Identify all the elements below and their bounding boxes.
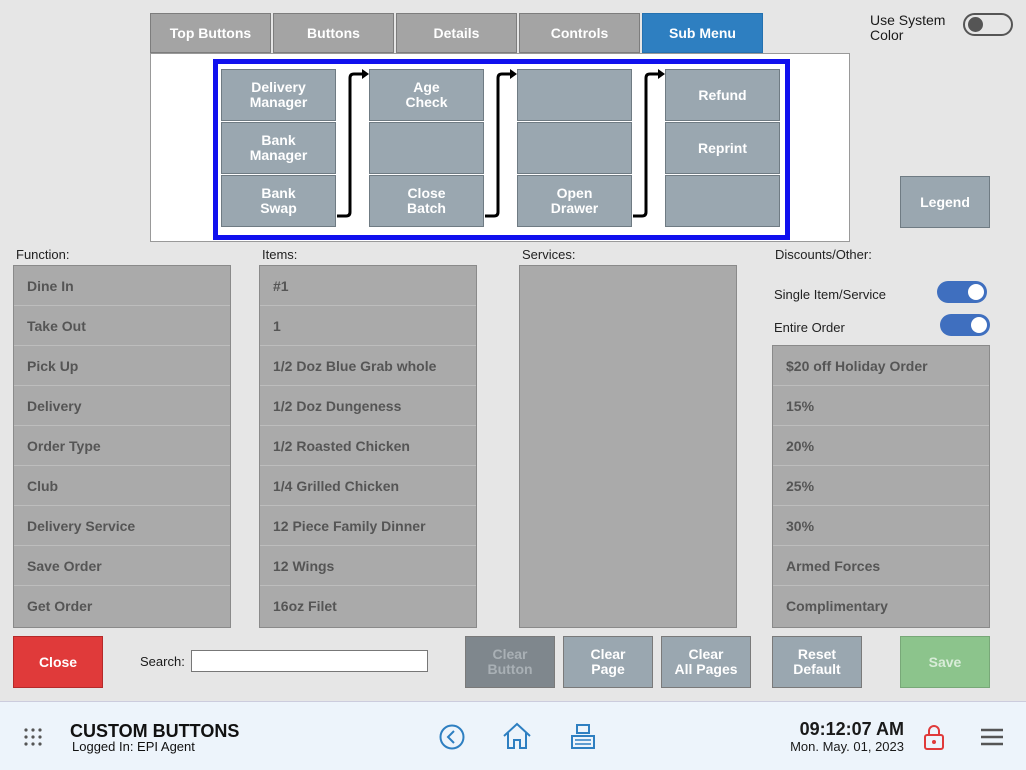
list-item[interactable]: Complimentary xyxy=(773,586,989,626)
function-label: Function: xyxy=(16,247,70,262)
flow-arrow-icon xyxy=(633,69,665,218)
use-system-color-toggle[interactable] xyxy=(963,13,1013,36)
services-list[interactable] xyxy=(519,265,737,628)
list-item[interactable]: Take Out xyxy=(14,306,230,346)
single-item-service-label: Single Item/Service xyxy=(774,287,886,302)
tab-sub-menu[interactable]: Sub Menu xyxy=(642,13,763,53)
list-item[interactable]: 1/2 Doz Dungeness xyxy=(260,386,476,426)
flow-arrow-icon xyxy=(337,69,369,218)
list-item[interactable]: 1/2 Roasted Chicken xyxy=(260,426,476,466)
list-item[interactable]: Club xyxy=(14,466,230,506)
submenu-button-age-check[interactable]: Age Check xyxy=(369,69,484,121)
legend-button[interactable]: Legend xyxy=(900,176,990,228)
cash-register-icon[interactable] xyxy=(569,722,597,750)
services-label: Services: xyxy=(522,247,576,262)
submenu-button-bank-swap[interactable]: Bank Swap xyxy=(221,175,336,227)
footer-bar: CUSTOM BUTTONS Logged In: EPI Agent 09:1… xyxy=(0,701,1026,770)
save-button[interactable]: Save xyxy=(900,636,990,688)
reset-default-button[interactable]: Reset Default xyxy=(772,636,862,688)
search-input[interactable] xyxy=(191,650,428,672)
list-item[interactable]: #1 xyxy=(260,266,476,306)
flow-arrow-icon xyxy=(485,69,517,218)
close-button[interactable]: Close xyxy=(13,636,103,688)
function-list: Dine In Take Out Pick Up Delivery Order … xyxy=(13,265,231,628)
menu-icon[interactable] xyxy=(980,727,1004,747)
list-item[interactable]: 20% xyxy=(773,426,989,466)
list-item[interactable]: Save Order xyxy=(14,546,230,586)
logged-in-user: Logged In: EPI Agent xyxy=(72,739,195,754)
clock-date: Mon. May. 01, 2023 xyxy=(790,739,904,754)
discounts-label: Discounts/Other: xyxy=(775,247,872,262)
submenu-button-empty[interactable] xyxy=(665,175,780,227)
entire-order-label: Entire Order xyxy=(774,320,845,335)
list-item[interactable]: $20 off Holiday Order xyxy=(773,346,989,386)
list-item[interactable]: Delivery Service xyxy=(14,506,230,546)
tab-top-buttons[interactable]: Top Buttons xyxy=(150,13,271,53)
clear-button-button[interactable]: Clear Button xyxy=(465,636,555,688)
list-item[interactable]: 12 Wings xyxy=(260,546,476,586)
submenu-button-close-batch[interactable]: Close Batch xyxy=(369,175,484,227)
back-icon[interactable] xyxy=(439,724,465,750)
items-label: Items: xyxy=(262,247,298,262)
entire-order-toggle[interactable] xyxy=(940,314,990,336)
use-system-color-label: Use System Color xyxy=(870,12,946,43)
list-item[interactable]: 16oz Filet xyxy=(260,586,476,626)
toggle-knob xyxy=(968,17,983,32)
submenu-button-reprint[interactable]: Reprint xyxy=(665,122,780,174)
list-item[interactable]: 30% xyxy=(773,506,989,546)
submenu-button-empty[interactable] xyxy=(369,122,484,174)
toggle-knob xyxy=(971,317,987,333)
submenu-button-bank-manager[interactable]: Bank Manager xyxy=(221,122,336,174)
list-item[interactable]: 12 Piece Family Dinner xyxy=(260,506,476,546)
list-item[interactable]: Armed Forces xyxy=(773,546,989,586)
search-label: Search: xyxy=(140,654,185,669)
clear-page-button[interactable]: Clear Page xyxy=(563,636,653,688)
clear-all-pages-button[interactable]: Clear All Pages xyxy=(661,636,751,688)
lock-icon[interactable] xyxy=(923,723,945,751)
tab-buttons[interactable]: Buttons xyxy=(273,13,394,53)
tab-controls[interactable]: Controls xyxy=(519,13,640,53)
list-item[interactable]: Delivery xyxy=(14,386,230,426)
submenu-button-empty[interactable] xyxy=(517,69,632,121)
items-list: #1 1 1/2 Doz Blue Grab whole 1/2 Doz Dun… xyxy=(259,265,477,628)
list-item[interactable]: 25% xyxy=(773,466,989,506)
list-item[interactable]: Get Order xyxy=(14,586,230,626)
list-item[interactable]: 1/4 Grilled Chicken xyxy=(260,466,476,506)
discounts-list: $20 off Holiday Order 15% 20% 25% 30% Ar… xyxy=(772,345,990,628)
submenu-button-open-drawer[interactable]: Open Drawer xyxy=(517,175,632,227)
home-icon[interactable] xyxy=(502,722,532,750)
submenu-button-refund[interactable]: Refund xyxy=(665,69,780,121)
list-item[interactable]: Pick Up xyxy=(14,346,230,386)
list-item[interactable]: 1 xyxy=(260,306,476,346)
submenu-button-empty[interactable] xyxy=(517,122,632,174)
apps-grid-icon[interactable] xyxy=(23,727,43,747)
list-item[interactable]: 1/2 Doz Blue Grab whole xyxy=(260,346,476,386)
list-item[interactable]: 15% xyxy=(773,386,989,426)
list-item[interactable]: Dine In xyxy=(14,266,230,306)
toggle-knob xyxy=(968,284,984,300)
list-item[interactable]: Order Type xyxy=(14,426,230,466)
clock-time: 09:12:07 AM xyxy=(799,719,904,739)
single-item-service-toggle[interactable] xyxy=(937,281,987,303)
submenu-button-delivery-manager[interactable]: Delivery Manager xyxy=(221,69,336,121)
tab-details[interactable]: Details xyxy=(396,13,517,53)
